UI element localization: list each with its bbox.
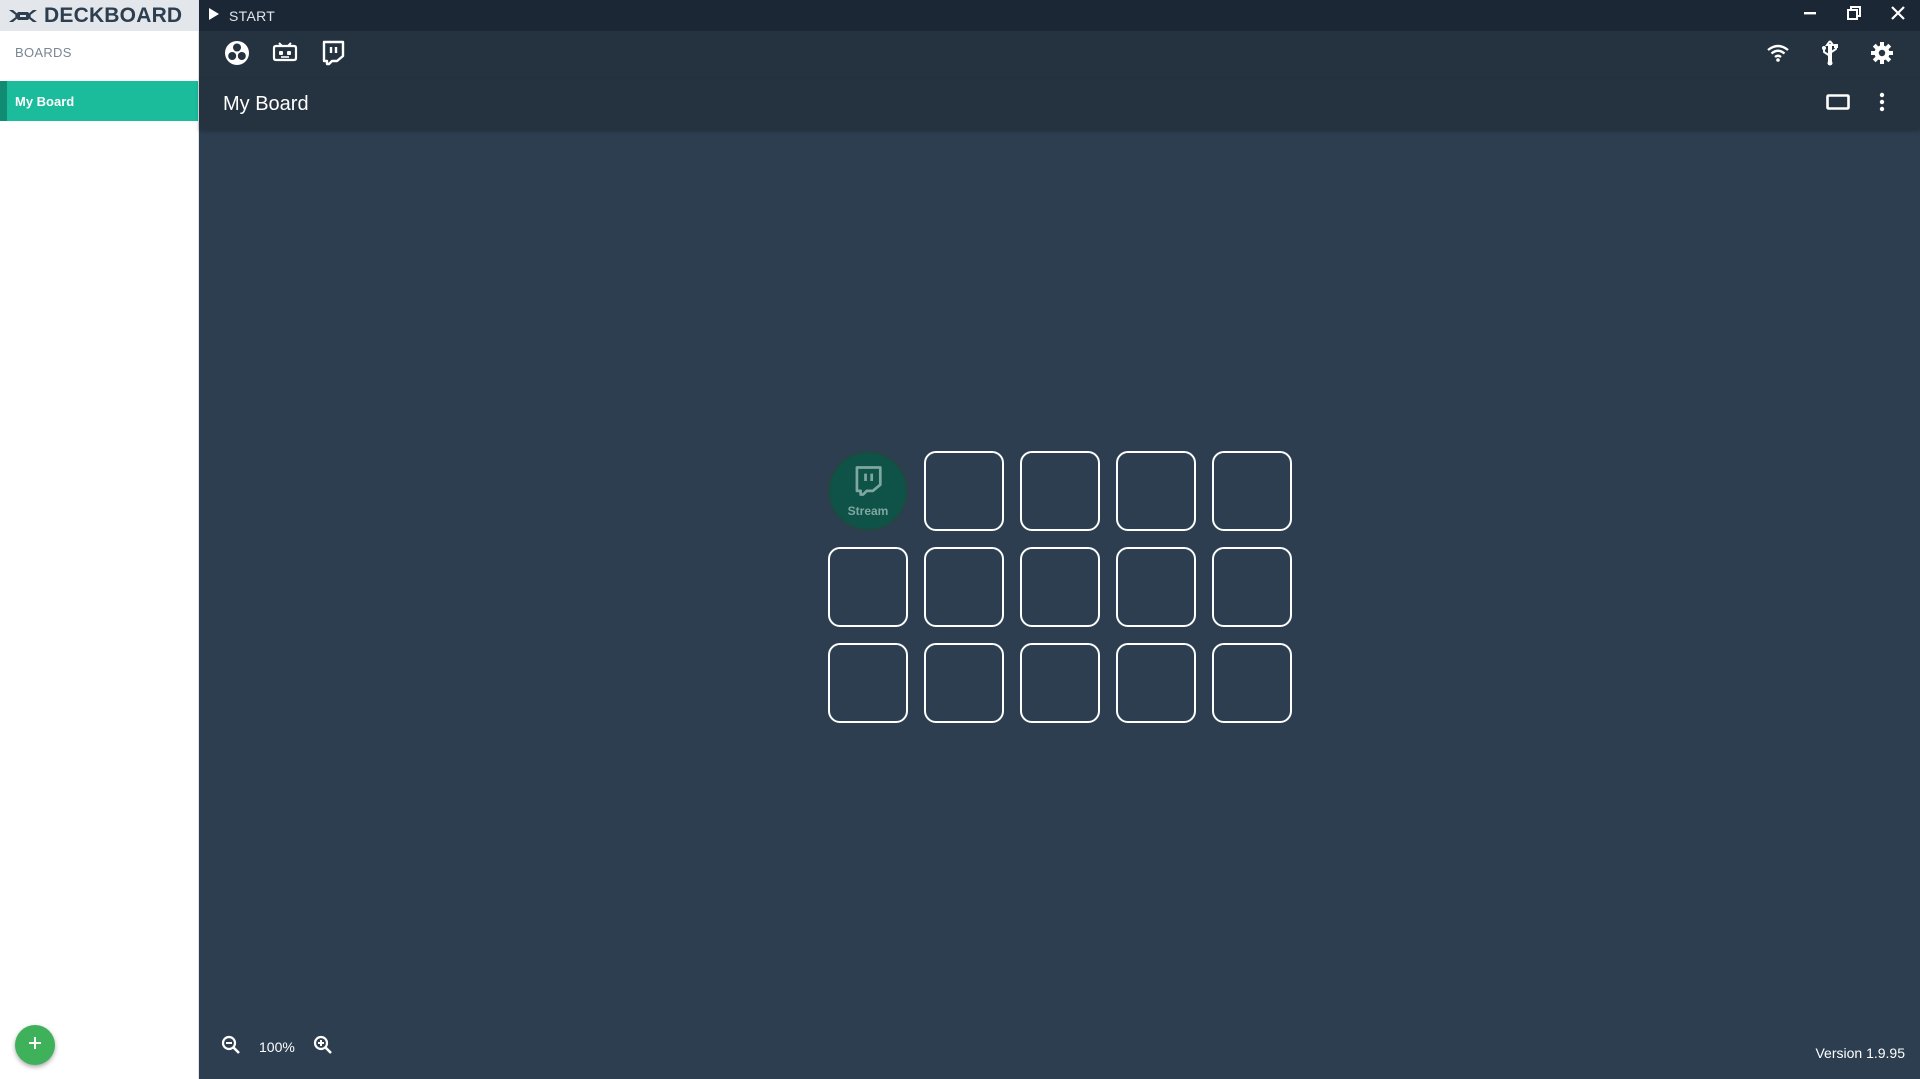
board-button-stream[interactable]: Stream bbox=[828, 451, 908, 531]
usb-button[interactable] bbox=[1816, 39, 1844, 71]
close-icon bbox=[1891, 6, 1905, 25]
brand-name: DECKBOARD bbox=[44, 3, 183, 27]
board-header: My Board bbox=[199, 79, 1920, 129]
twitch-icon bbox=[321, 40, 345, 71]
restore-icon bbox=[1847, 6, 1861, 25]
more-options-button[interactable] bbox=[1868, 90, 1896, 118]
integration-icons bbox=[223, 40, 347, 71]
empty-button-slot[interactable] bbox=[1212, 451, 1292, 531]
board-button-grid: Stream bbox=[828, 451, 1292, 723]
title-bar: START bbox=[199, 0, 1920, 31]
play-icon bbox=[209, 7, 219, 25]
zoom-controls: 100% bbox=[217, 1033, 337, 1061]
zoom-in-button[interactable] bbox=[309, 1033, 337, 1061]
empty-button-slot[interactable] bbox=[1020, 547, 1100, 627]
layout-toggle-button[interactable] bbox=[1824, 90, 1852, 118]
zoom-in-icon bbox=[313, 1035, 333, 1060]
wifi-icon bbox=[1766, 43, 1790, 68]
gear-icon bbox=[1870, 41, 1894, 70]
empty-button-slot[interactable] bbox=[1212, 643, 1292, 723]
toolbar bbox=[199, 31, 1920, 79]
empty-button-slot[interactable] bbox=[1020, 643, 1100, 723]
board-actions bbox=[1824, 90, 1920, 118]
add-board-button[interactable] bbox=[15, 1025, 55, 1065]
empty-button-slot[interactable] bbox=[1020, 451, 1100, 531]
empty-button-slot[interactable] bbox=[828, 547, 908, 627]
empty-button-slot[interactable] bbox=[1116, 547, 1196, 627]
streamlabs-button[interactable] bbox=[271, 41, 299, 69]
board-button-label: Stream bbox=[847, 503, 889, 518]
twitch-button[interactable] bbox=[319, 40, 347, 71]
minimize-icon bbox=[1803, 6, 1817, 25]
sidebar: DECKBOARD BOARDS My Board bbox=[0, 0, 199, 1079]
deckboard-logo-icon bbox=[8, 6, 38, 26]
start-label: START bbox=[229, 7, 276, 24]
sidebar-item-label: My Board bbox=[15, 93, 75, 109]
zoom-out-button[interactable] bbox=[217, 1033, 245, 1061]
empty-button-slot[interactable] bbox=[924, 451, 1004, 531]
empty-button-slot[interactable] bbox=[924, 547, 1004, 627]
minimize-button[interactable] bbox=[1788, 0, 1832, 31]
twitch-icon bbox=[852, 465, 884, 502]
usb-icon bbox=[1821, 39, 1839, 71]
zoom-level: 100% bbox=[259, 1039, 295, 1055]
start-button[interactable]: START bbox=[199, 0, 275, 31]
boards-section-label: BOARDS bbox=[15, 45, 72, 60]
brand: DECKBOARD bbox=[0, 0, 198, 31]
restore-button[interactable] bbox=[1832, 0, 1876, 31]
page-title: My Board bbox=[223, 92, 309, 115]
landscape-icon bbox=[1826, 93, 1850, 115]
plus-icon bbox=[28, 1036, 42, 1055]
settings-button[interactable] bbox=[1868, 41, 1896, 69]
more-vertical-icon bbox=[1879, 92, 1885, 117]
window-controls bbox=[1788, 0, 1920, 31]
obs-icon bbox=[224, 40, 250, 71]
empty-button-slot[interactable] bbox=[1212, 547, 1292, 627]
empty-button-slot[interactable] bbox=[1116, 643, 1196, 723]
empty-button-slot[interactable] bbox=[1116, 451, 1196, 531]
version-label: Version 1.9.95 bbox=[1815, 1045, 1905, 1061]
sidebar-item-my-board[interactable]: My Board bbox=[0, 81, 198, 121]
obs-button[interactable] bbox=[223, 40, 251, 71]
empty-button-slot[interactable] bbox=[828, 643, 908, 723]
connection-icons bbox=[1764, 39, 1920, 71]
streamlabs-icon bbox=[272, 41, 298, 70]
empty-button-slot[interactable] bbox=[924, 643, 1004, 723]
close-button[interactable] bbox=[1876, 0, 1920, 31]
wifi-button[interactable] bbox=[1764, 41, 1792, 69]
zoom-out-icon bbox=[221, 1035, 241, 1060]
